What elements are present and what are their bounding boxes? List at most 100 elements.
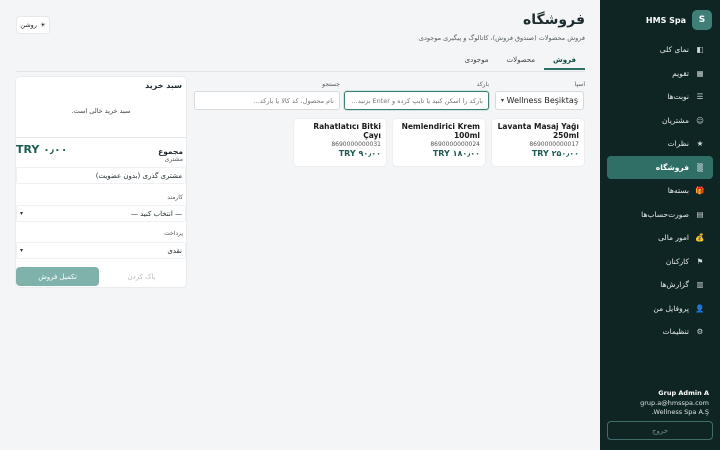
payment-select-value: نقدی [167, 246, 182, 255]
sun-icon: ☀ [39, 21, 46, 29]
sidebar-item-label: کارکنان [665, 256, 689, 266]
theme-toggle-label: روشن [20, 21, 37, 29]
calendar-icon: ▦ [696, 68, 704, 78]
store-icon: ▒ [697, 162, 703, 172]
product-code: 8690000000017 [529, 141, 579, 148]
sidebar-item-12[interactable]: تنظیمات ⚙ [607, 320, 713, 344]
star-icon: ★ [696, 139, 704, 149]
cart-title: سبد خرید [145, 81, 182, 90]
tab-inventory[interactable]: موجودی [456, 54, 498, 70]
sidebar-item-6[interactable]: بسته‌ها 🎁 [607, 179, 713, 203]
user-info: Grup Admin A grup.a@hmsspa.com Wellness … [640, 389, 709, 418]
payment-label: پرداخت [164, 230, 183, 237]
profile-icon: 👤 [695, 303, 705, 313]
brand: S HMS Spa [646, 9, 712, 31]
tab-products[interactable]: محصولات [498, 54, 545, 70]
sidebar-item-label: صورت‌حساب‌ها [641, 209, 689, 219]
sidebar-item-4[interactable]: نظرات ★ [607, 132, 713, 156]
page-title: فروشگاه [522, 12, 585, 28]
cart-empty-message: سبد خرید خالی است. [71, 107, 131, 115]
product-name: Lavanta Masaj Yağı 250ml [497, 122, 579, 140]
tab-sales[interactable]: فروش [544, 54, 585, 70]
product-name: Rahatlatıcı Bitki Çayı [313, 122, 381, 140]
sidebar-item-label: گزارش‌ها [660, 280, 689, 290]
logout-button[interactable]: خروج [607, 421, 713, 440]
sidebar-item-label: نوبت‌ها [667, 92, 689, 102]
spa-label: اسپا [574, 81, 585, 88]
clear-cart-button[interactable]: پاک کردن [99, 267, 184, 286]
barcode-placeholder: بارکد را اسکن کنید یا تایپ کرده و Enter … [351, 96, 483, 105]
product-card[interactable]: Nemlendirici Krem 100ml 8690000000024 TR… [393, 119, 485, 166]
gear-icon: ⚙ [696, 327, 704, 337]
sidebar-item-5[interactable]: فروشگاه ▒ [607, 155, 713, 179]
customer-field[interactable]: مشتری گذری (بدون عضویت) [16, 167, 186, 184]
tabs-divider [16, 71, 585, 72]
product-code: 8690000000031 [331, 141, 381, 148]
flag-icon: ⚑ [696, 256, 704, 266]
dashboard-icon: ◧ [696, 45, 704, 55]
customer-label: مشتری [164, 156, 183, 163]
staff-select-value: — انتخاب کنید — [130, 209, 182, 218]
cart-total-label: مجموع [158, 147, 183, 156]
chevron-down-icon: ▾ [20, 247, 24, 254]
chart-icon: ▥ [696, 280, 704, 290]
main-content: ☀ روشن فروشگاه فروش محصولات (صندوق فروش)… [0, 0, 600, 450]
sidebar-item-label: بسته‌ها [667, 186, 689, 196]
product-code: 8690000000024 [430, 141, 480, 148]
payment-select[interactable]: نقدی ▾ [16, 242, 186, 259]
product-price: TRY ۹۰٫۰۰ [338, 149, 381, 158]
customers-icon: ☺ [696, 115, 704, 125]
product-grid: Lavanta Masaj Yağı 250ml 8690000000017 T… [293, 119, 584, 166]
gift-icon: 🎁 [695, 186, 705, 196]
sidebar-item-label: فروشگاه [655, 162, 689, 172]
sidebar-nav: نمای کلی ◧ تقویم ▦ نوبت‌ها ☰ مشتریان ☺ نظرات ★ فرو… [607, 38, 713, 344]
barcode-label: بارکد [476, 81, 489, 88]
cart-panel: سبد خرید سبد خرید خالی است. مجموع TRY ۰٫… [16, 77, 186, 287]
sidebar-item-9[interactable]: کارکنان ⚑ [607, 250, 713, 274]
search-input[interactable]: نام محصول، کد کالا یا بارکد... [194, 91, 340, 110]
sidebar-item-3[interactable]: مشتریان ☺ [607, 109, 713, 133]
sidebar-item-label: مشتریان [662, 115, 689, 125]
user-email: grup.a@hmsspa.com [640, 398, 709, 407]
product-card[interactable]: Rahatlatıcı Bitki Çayı 8690000000031 TRY… [294, 119, 386, 166]
sidebar-item-label: پروفایل من [653, 303, 689, 313]
brand-logo: S [692, 10, 712, 30]
sidebar: S HMS Spa نمای کلی ◧ تقویم ▦ نوبت‌ها ☰ مشتریان… [600, 0, 720, 450]
brand-name: HMS Spa [645, 15, 686, 25]
page-subtitle: فروش محصولات (صندوق فروش)، کاتالوگ و پیگ… [418, 34, 585, 42]
cart-total-value: TRY ۰٫۰۰ [16, 143, 68, 156]
sidebar-item-label: امور مالی [658, 233, 689, 243]
product-card[interactable]: Lavanta Masaj Yağı 250ml 8690000000017 T… [492, 119, 584, 166]
theme-toggle-button[interactable]: ☀ روشن [17, 17, 49, 33]
sidebar-item-7[interactable]: صورت‌حساب‌ها ▤ [607, 203, 713, 227]
sidebar-item-label: نظرات [667, 139, 689, 149]
sidebar-item-1[interactable]: تقویم ▦ [607, 62, 713, 86]
sidebar-item-10[interactable]: گزارش‌ها ▥ [607, 273, 713, 297]
sidebar-item-8[interactable]: امور مالی 💰 [607, 226, 713, 250]
search-placeholder: نام محصول، کد کالا یا بارکد... [253, 96, 334, 105]
sidebar-item-11[interactable]: پروفایل من 👤 [607, 297, 713, 321]
search-label: جستجو [322, 81, 340, 88]
sidebar-item-label: تنظیمات [662, 327, 689, 337]
spa-select[interactable]: ▾ Wellness Beşiktaş [495, 91, 584, 110]
sidebar-item-label: نمای کلی [659, 45, 689, 55]
product-price: TRY ۲۵۰٫۰۰ [531, 149, 579, 158]
sidebar-item-2[interactable]: نوبت‌ها ☰ [607, 85, 713, 109]
cart-divider [16, 137, 186, 138]
product-name: Nemlendirici Krem 100ml [401, 122, 480, 140]
appointments-icon: ☰ [696, 92, 704, 102]
staff-label: کارمند [167, 194, 183, 201]
spa-select-value: Wellness Beşiktaş [506, 96, 578, 105]
barcode-input[interactable]: بارکد را اسکن کنید یا تایپ کرده و Enter … [344, 91, 489, 110]
chevron-down-icon: ▾ [501, 97, 505, 104]
sidebar-item-label: تقویم [672, 68, 689, 78]
product-price: TRY ۱۸۰٫۰۰ [432, 149, 480, 158]
user-name: Grup Admin A [658, 389, 709, 397]
invoice-icon: ▤ [696, 209, 704, 219]
user-company: Wellness Spa A.Ş. [651, 408, 709, 416]
money-bag-icon: 💰 [695, 233, 705, 243]
staff-select[interactable]: — انتخاب کنید — ▾ [16, 205, 186, 222]
complete-sale-button[interactable]: تکمیل فروش [16, 267, 99, 286]
sidebar-item-0[interactable]: نمای کلی ◧ [607, 38, 713, 62]
chevron-down-icon: ▾ [20, 210, 24, 217]
